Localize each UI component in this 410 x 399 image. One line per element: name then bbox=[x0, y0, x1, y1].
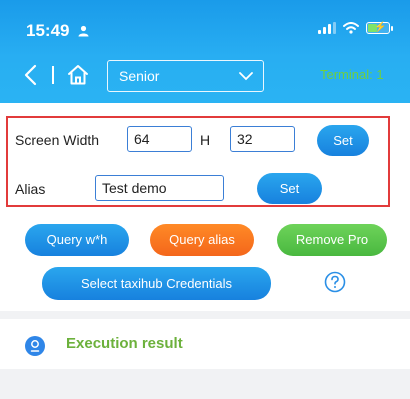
screen-width-label: Screen Width bbox=[15, 132, 100, 148]
status-time-text: 15:49 bbox=[26, 21, 70, 40]
terminal-indicator: Terminal: 1 bbox=[320, 67, 384, 82]
execution-result-header bbox=[0, 319, 410, 369]
set-alias-button[interactable]: Set bbox=[257, 173, 322, 204]
wifi-icon bbox=[343, 22, 359, 34]
battery-charging-icon: ⚡ bbox=[366, 22, 393, 34]
screen-width-input[interactable] bbox=[127, 126, 192, 152]
device-type-select-value: Senior bbox=[119, 68, 160, 84]
device-type-select[interactable]: Senior bbox=[107, 60, 264, 92]
nav-divider bbox=[52, 66, 54, 84]
select-credentials-button[interactable]: Select taxihub Credentials bbox=[42, 267, 271, 300]
screen-settings-panel: Screen Width H Set Alias Set bbox=[6, 116, 390, 207]
set-size-button[interactable]: Set bbox=[317, 125, 369, 156]
status-indicators: ⚡ bbox=[318, 22, 393, 34]
chevron-left-icon[interactable] bbox=[22, 64, 40, 86]
alias-input[interactable] bbox=[95, 175, 224, 201]
signal-icon bbox=[318, 22, 336, 34]
execution-result-title: Execution result bbox=[66, 335, 183, 352]
height-label: H bbox=[200, 132, 211, 148]
query-alias-button[interactable]: Query alias bbox=[150, 224, 254, 256]
app-header: 15:49 ⚡ Senior Terminal: 1 bbox=[0, 0, 410, 103]
section-divider bbox=[0, 311, 410, 319]
result-content-area bbox=[0, 369, 410, 399]
screen-height-input[interactable] bbox=[230, 126, 295, 152]
person-icon bbox=[78, 22, 89, 42]
remove-pro-button[interactable]: Remove Pro bbox=[277, 224, 387, 256]
help-circle-icon[interactable] bbox=[324, 271, 346, 293]
chevron-down-icon bbox=[239, 72, 253, 81]
home-icon[interactable] bbox=[66, 63, 90, 87]
result-icon bbox=[25, 336, 45, 356]
alias-label: Alias bbox=[15, 181, 46, 197]
status-time: 15:49 bbox=[26, 21, 89, 42]
query-wh-button[interactable]: Query w*h bbox=[25, 224, 129, 256]
